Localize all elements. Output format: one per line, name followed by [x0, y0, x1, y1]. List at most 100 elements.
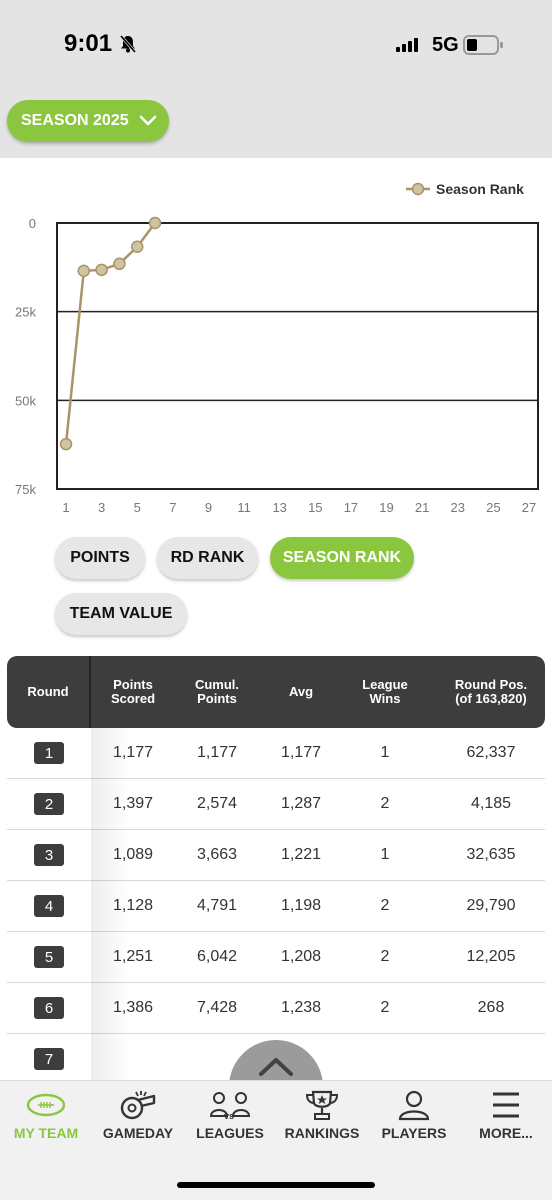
table-row[interactable]: 3 1,089 3,663 1,221 1 32,635 — [7, 830, 545, 881]
cell-wins: 1 — [380, 744, 390, 761]
table-row[interactable]: 6 1,386 7,428 1,238 2 268 — [7, 983, 545, 1034]
cell-cumul: 7,428 — [196, 999, 238, 1016]
nav-my-team[interactable]: MY TEAM — [0, 1089, 92, 1153]
round-badge: 5 — [34, 946, 64, 968]
header-cumul-points[interactable]: Cumul. Points — [177, 656, 257, 728]
season-select-button[interactable]: SEASON 2025 — [7, 100, 169, 142]
season-label: SEASON 2025 — [21, 112, 129, 129]
y-tick-label: 0 — [29, 216, 36, 231]
cell-points: 1,397 — [112, 795, 154, 812]
cell-pos: 32,635 — [466, 846, 516, 863]
table-row[interactable]: 4 1,128 4,791 1,198 2 29,790 — [7, 881, 545, 932]
x-tick-label: 11 — [237, 500, 251, 515]
hamburger-menu-icon — [493, 1092, 519, 1118]
cell-points — [93, 1034, 173, 1084]
cell-avg: 1,198 — [280, 897, 322, 914]
x-tick-label: 7 — [169, 500, 176, 515]
x-tick-label: 9 — [205, 500, 212, 515]
x-tick-label: 21 — [415, 500, 429, 515]
nav-leagues[interactable]: vs LEAGUES — [184, 1089, 276, 1153]
round-badge: 6 — [34, 997, 64, 1019]
header-league-line2: Wins — [369, 691, 401, 706]
nav-my-team-label: MY TEAM — [13, 1125, 79, 1141]
chevron-down-icon — [139, 115, 156, 126]
table-row[interactable]: 2 1,397 2,574 1,287 2 4,185 — [7, 779, 545, 830]
data-point[interactable] — [59, 437, 73, 451]
tab-season-rank[interactable]: SEASON RANK — [270, 537, 414, 579]
data-point[interactable] — [95, 263, 108, 277]
cell-pos: 268 — [477, 999, 505, 1016]
nav-rankings-label: RANKINGS — [284, 1125, 360, 1141]
cell-pos: 62,337 — [466, 744, 516, 761]
plot-area — [56, 222, 539, 490]
cell-wins: 2 — [380, 897, 390, 914]
cell-avg: 1,238 — [280, 999, 322, 1016]
x-tick-label: 25 — [486, 500, 500, 515]
round-badge: 2 — [34, 793, 64, 815]
cell-wins: 2 — [380, 795, 390, 812]
network-type: 5G — [432, 34, 459, 56]
header-cumul-line2: Points — [197, 691, 237, 706]
tab-points[interactable]: POINTS — [55, 537, 145, 579]
cell-points: 1,177 — [112, 744, 154, 761]
cell-pos: 4,185 — [470, 795, 512, 812]
cell-cumul: 2,574 — [196, 795, 238, 812]
tab-team-value[interactable]: TEAM VALUE — [55, 593, 187, 635]
x-tick-label: 13 — [272, 500, 286, 515]
nav-players-label: PLAYERS — [381, 1125, 447, 1141]
header-pos-line2: (of 163,820) — [455, 691, 527, 706]
cell-cumul: 6,042 — [196, 948, 238, 965]
cell-pos: 12,205 — [466, 948, 516, 965]
table-body: 1 1,177 1,177 1,177 1 62,337 2 1,397 2,5… — [7, 728, 545, 1085]
trophy-icon — [305, 1090, 339, 1120]
nav-more[interactable]: MORE... — [460, 1089, 552, 1153]
cell-wins: 2 — [380, 999, 390, 1016]
header-round-pos[interactable]: Round Pos. (of 163,820) — [437, 656, 545, 728]
nav-gameday[interactable]: GAMEDAY — [92, 1089, 184, 1153]
header-points-line2: Scored — [110, 691, 156, 706]
header-league-wins[interactable]: League Wins — [345, 656, 425, 728]
bell-muted-icon — [119, 35, 137, 53]
home-indicator — [177, 1182, 375, 1188]
tab-rd-rank[interactable]: RD RANK — [157, 537, 258, 579]
x-tick-label: 3 — [98, 500, 105, 515]
table-row[interactable]: 5 1,251 6,042 1,208 2 12,205 — [7, 932, 545, 983]
cell-cumul: 1,177 — [196, 744, 238, 761]
data-point[interactable] — [113, 257, 126, 271]
header-avg[interactable]: Avg — [261, 656, 341, 728]
data-point[interactable] — [148, 216, 162, 230]
cell-cumul: 4,791 — [196, 897, 238, 914]
round-badge: 4 — [34, 895, 64, 917]
cell-wins — [345, 1034, 425, 1084]
y-tick-label: 50k — [15, 393, 36, 408]
x-tick-label: 1 — [62, 500, 69, 515]
cell-points: 1,128 — [112, 897, 154, 914]
nav-leagues-label: LEAGUES — [196, 1125, 264, 1141]
data-point[interactable] — [130, 240, 144, 254]
season-rank-chart: Season Rank 025k50k75k 1 3 5 7 9 11 13 15 17 19 21… — [15, 181, 539, 515]
round-badge: 7 — [34, 1048, 64, 1070]
nav-players[interactable]: PLAYERS — [368, 1089, 460, 1153]
svg-text:vs: vs — [224, 1111, 234, 1121]
cell-points: 1,089 — [112, 846, 154, 863]
x-tick-label: 17 — [344, 500, 358, 515]
x-tick-label: 15 — [308, 500, 322, 515]
cell-cumul: 3,663 — [196, 846, 238, 863]
chart-legend: Season Rank — [406, 181, 524, 197]
header-round[interactable]: Round — [7, 656, 91, 728]
y-tick-label: 25k — [15, 305, 36, 320]
header-pos-line1: Round Pos. — [454, 677, 528, 692]
versus-users-icon: vs — [209, 1092, 251, 1121]
table-row[interactable]: 1 1,177 1,177 1,177 1 62,337 — [7, 728, 545, 779]
whistle-icon — [120, 1091, 156, 1120]
x-axis-ticks: 1 3 5 7 9 11 13 15 17 19 21 23 25 27 — [62, 500, 536, 515]
header-points-scored[interactable]: Points Scored — [93, 656, 173, 728]
y-axis-ticks: 0 25k 50k 75k — [15, 216, 36, 497]
x-tick-label: 23 — [451, 500, 465, 515]
legend-marker — [411, 182, 425, 196]
nav-rankings[interactable]: RANKINGS — [276, 1089, 368, 1153]
data-point[interactable] — [77, 264, 91, 278]
legend-label: Season Rank — [436, 181, 524, 197]
clock: 9:01 — [64, 30, 113, 57]
cell-avg: 1,177 — [280, 744, 322, 761]
